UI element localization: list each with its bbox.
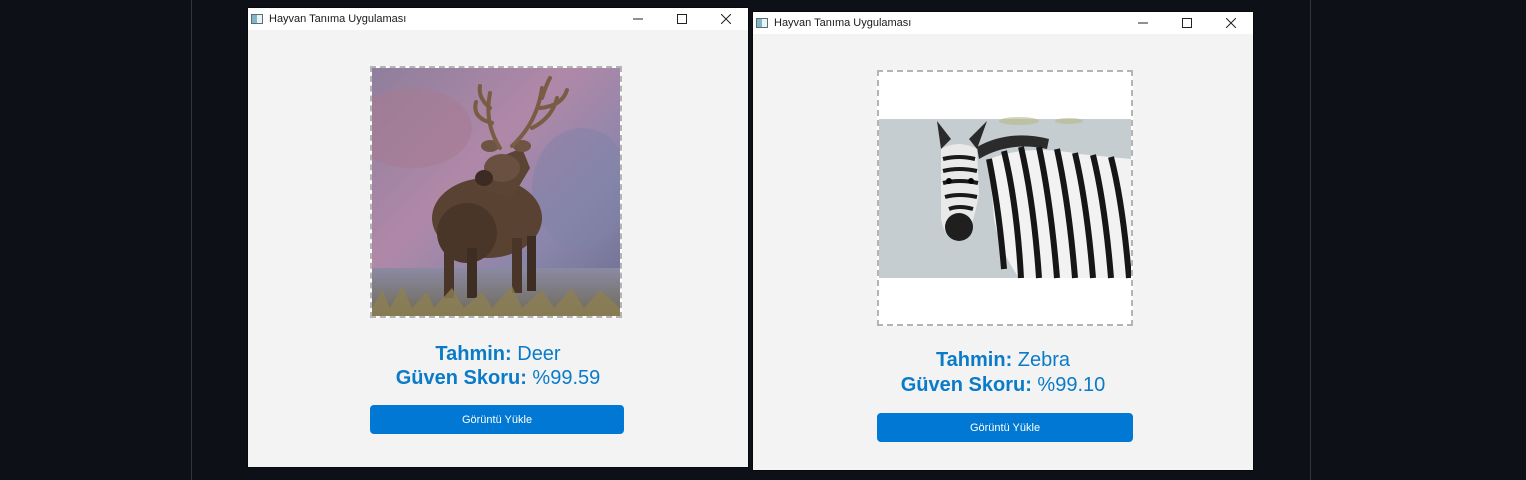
upload-image-button[interactable]: Görüntü Yükle <box>877 413 1133 442</box>
image-preview <box>877 70 1133 326</box>
confidence-line: Güven Skoru: %99.10 <box>753 373 1253 398</box>
close-icon <box>721 14 731 24</box>
app-icon <box>756 18 768 28</box>
editor-guide-line-left <box>191 0 192 480</box>
editor-guide-line-right <box>1310 0 1311 480</box>
close-button[interactable] <box>1209 12 1253 34</box>
prediction-value: Zebra <box>1012 349 1071 371</box>
prediction-value: Deer <box>511 343 561 365</box>
app-icon <box>251 14 263 24</box>
close-button[interactable] <box>704 8 748 30</box>
title-bar[interactable]: Hayvan Tanıma Uygulaması <box>248 8 748 30</box>
confidence-line: Güven Skoru: %99.59 <box>248 366 748 391</box>
prediction-label: Tahmin: <box>935 349 1013 371</box>
minimize-button[interactable] <box>1121 12 1165 34</box>
maximize-icon <box>677 14 687 24</box>
window-controls <box>616 8 748 30</box>
zebra-photo <box>879 72 1131 324</box>
image-preview <box>370 66 622 318</box>
minimize-button[interactable] <box>616 8 660 30</box>
maximize-icon <box>1182 18 1192 28</box>
prediction-line: Tahmin: Deer <box>248 342 748 367</box>
confidence-label: Güven Skoru: <box>395 367 527 389</box>
prediction-label: Tahmin: <box>435 343 512 365</box>
maximize-button[interactable] <box>1165 12 1209 34</box>
maximize-button[interactable] <box>660 8 704 30</box>
window-title: Hayvan Tanıma Uygulaması <box>269 13 407 25</box>
app-window-deer: Hayvan Tanıma Uygulaması Tahmin: Deer Gü… <box>248 8 748 467</box>
upload-image-button[interactable]: Görüntü Yükle <box>370 405 624 434</box>
confidence-value: %99.59 <box>526 367 601 389</box>
title-bar[interactable]: Hayvan Tanıma Uygulaması <box>753 12 1253 34</box>
prediction-line: Tahmin: Zebra <box>753 348 1253 373</box>
minimize-icon <box>633 18 643 20</box>
confidence-label: Güven Skoru: <box>900 374 1032 396</box>
confidence-value: %99.10 <box>1031 374 1106 396</box>
window-title: Hayvan Tanıma Uygulaması <box>774 17 912 29</box>
app-window-zebra: Hayvan Tanıma Uygulaması Tahmin: Zebra G… <box>753 12 1253 470</box>
window-controls <box>1121 12 1253 34</box>
close-icon <box>1226 18 1236 28</box>
deer-photo <box>372 68 620 316</box>
minimize-icon <box>1138 22 1148 24</box>
